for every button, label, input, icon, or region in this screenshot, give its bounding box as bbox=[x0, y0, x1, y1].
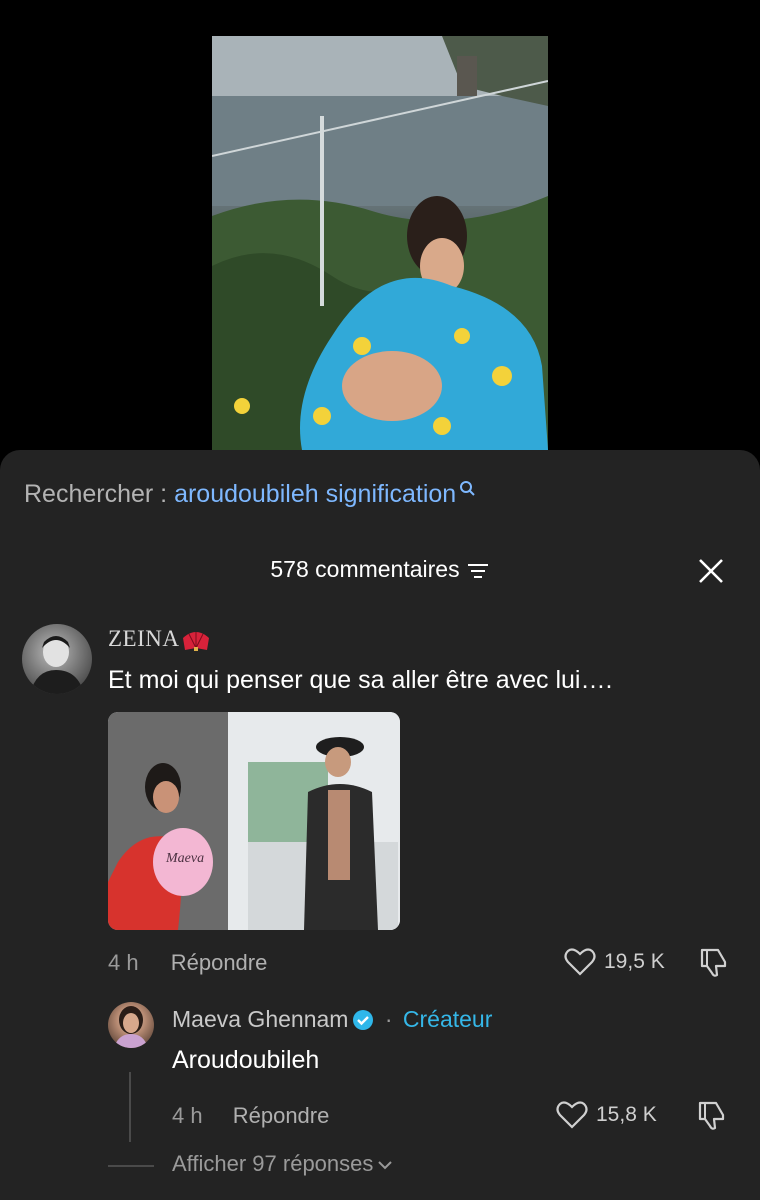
video-frame[interactable] bbox=[212, 36, 548, 450]
comment-photo: Maeva bbox=[108, 712, 400, 930]
search-icon[interactable] bbox=[458, 480, 476, 502]
reply-button[interactable]: Répondre bbox=[171, 950, 268, 975]
reply-avatar-image bbox=[114, 1006, 148, 1048]
reply-time: 4 h bbox=[172, 1103, 203, 1128]
like-button[interactable]: 19,5 K bbox=[564, 947, 665, 977]
comments-header: 578 commentaires bbox=[0, 556, 760, 583]
comment-meta: 4 h Répondre bbox=[108, 950, 267, 976]
comments-sheet: Rechercher : aroudoubileh signification … bbox=[0, 450, 760, 1200]
reply-reply-button[interactable]: Répondre bbox=[233, 1103, 330, 1128]
folding-fan-icon bbox=[183, 631, 210, 651]
dislike-icon[interactable] bbox=[694, 1099, 728, 1133]
creator-badge: Créateur bbox=[402, 1006, 493, 1032]
video-area[interactable] bbox=[0, 0, 760, 470]
reply-avatar[interactable] bbox=[108, 1002, 154, 1048]
search-term-link[interactable]: aroudoubileh signification bbox=[174, 480, 456, 508]
reply-like-button[interactable]: 15,8 K bbox=[556, 1100, 657, 1130]
balloon-text: Maeva bbox=[165, 851, 204, 866]
comment-time: 4 h bbox=[108, 950, 139, 975]
heart-icon bbox=[556, 1101, 588, 1129]
reply-username: Maeva Ghennam bbox=[172, 1006, 349, 1032]
search-prefix: Rechercher : bbox=[24, 480, 175, 508]
close-icon[interactable] bbox=[696, 556, 726, 586]
thread-line bbox=[129, 1072, 131, 1142]
avatar[interactable] bbox=[22, 624, 92, 694]
username-text: ZEINA bbox=[108, 626, 180, 651]
comment-text: Et moi qui penser que sa aller être avec… bbox=[108, 666, 613, 694]
like-count: 19,5 K bbox=[604, 950, 665, 973]
show-replies-button[interactable]: Afficher 97 réponses bbox=[172, 1151, 393, 1177]
video-thumbnail bbox=[212, 36, 548, 450]
chevron-down-icon bbox=[378, 1161, 393, 1170]
show-replies-label: Afficher 97 réponses bbox=[172, 1151, 374, 1176]
reply-text: Aroudoubileh bbox=[172, 1046, 320, 1074]
reply-username-row[interactable]: Maeva Ghennam · Créateur bbox=[172, 1006, 492, 1033]
dislike-icon[interactable] bbox=[696, 946, 730, 980]
replies-divider bbox=[108, 1165, 154, 1167]
reply-like-count: 15,8 K bbox=[596, 1103, 657, 1126]
verified-badge-icon bbox=[353, 1010, 374, 1030]
filter-lines-icon[interactable] bbox=[466, 561, 490, 581]
comment-username[interactable]: ZEINA bbox=[108, 626, 211, 652]
comment-image[interactable]: Maeva bbox=[108, 712, 400, 930]
search-suggestion[interactable]: Rechercher : aroudoubileh signification bbox=[24, 480, 476, 509]
heart-icon bbox=[564, 948, 596, 976]
avatar-image bbox=[30, 636, 84, 694]
reply-meta: 4 h Répondre bbox=[172, 1103, 329, 1129]
separator-dot: · bbox=[384, 1006, 393, 1032]
comment-count: 578 commentaires bbox=[270, 556, 460, 582]
